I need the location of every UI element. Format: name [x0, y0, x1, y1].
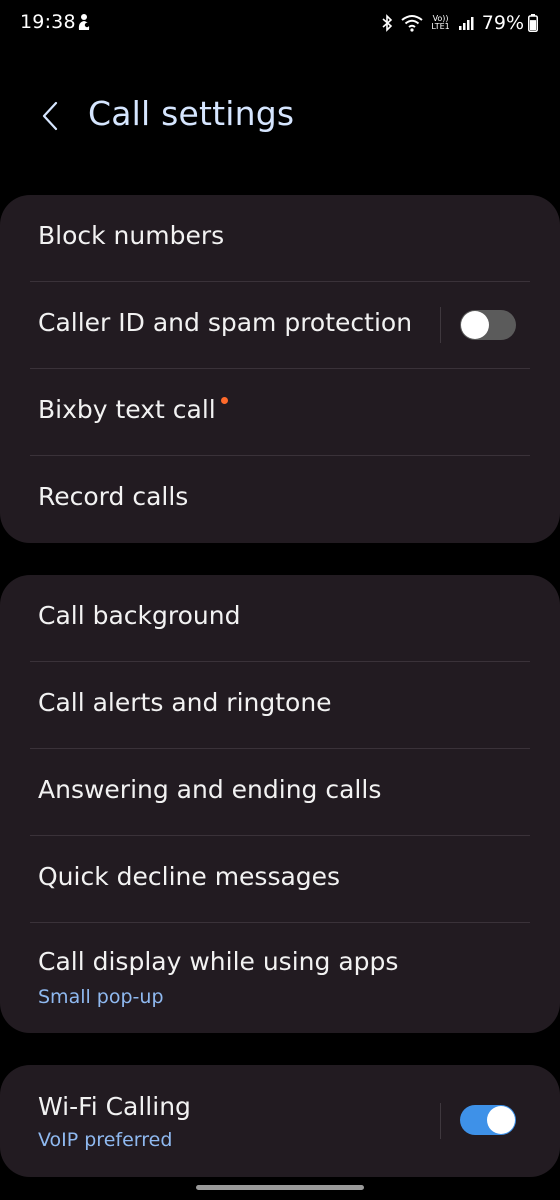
bixby-text-call-label: Bixby text call: [38, 395, 216, 424]
wifi-calling-toggle[interactable]: [460, 1105, 516, 1135]
battery-percent: 79%: [481, 12, 524, 34]
toggle-divider: [440, 1103, 441, 1139]
settings-card-1: Block numbers Caller ID and spam protect…: [0, 195, 560, 543]
call-display-value: Small pop-up: [38, 986, 164, 1008]
call-display-item[interactable]: Call display while using apps Small pop-…: [30, 923, 530, 1033]
signal-icon: [458, 15, 474, 31]
wifi-calling-value: VoIP preferred: [38, 1129, 173, 1151]
settings-card-2: Call background Call alerts and ringtone…: [0, 575, 560, 1033]
call-alerts-ringtone-item[interactable]: Call alerts and ringtone: [30, 662, 530, 749]
answering-ending-calls-label: Answering and ending calls: [38, 775, 382, 804]
back-button[interactable]: [30, 96, 70, 136]
bluetooth-icon: [381, 14, 393, 32]
settings-card-3: Wi-Fi Calling VoIP preferred: [0, 1065, 560, 1177]
wifi-icon: [401, 14, 423, 32]
caller-id-spam-item[interactable]: Caller ID and spam protection: [30, 282, 530, 369]
battery-icon: [528, 14, 538, 32]
call-alerts-ringtone-label: Call alerts and ringtone: [38, 688, 332, 717]
volte-lte-icon: Vo)) LTE1: [431, 15, 449, 31]
quick-decline-messages-label: Quick decline messages: [38, 862, 341, 891]
wifi-calling-label: Wi-Fi Calling: [38, 1092, 191, 1121]
home-indicator[interactable]: [196, 1185, 364, 1190]
back-arrow-icon: [42, 101, 58, 131]
answering-ending-calls-item[interactable]: Answering and ending calls: [30, 749, 530, 836]
caller-id-spam-label: Caller ID and spam protection: [38, 308, 413, 337]
toggle-knob: [461, 311, 489, 339]
wifi-calling-item[interactable]: Wi-Fi Calling VoIP preferred: [30, 1065, 530, 1177]
caller-id-spam-toggle[interactable]: [460, 310, 516, 340]
call-background-label: Call background: [38, 601, 241, 630]
new-badge-dot: [221, 397, 228, 404]
volte-bottom-label: LTE1: [431, 22, 450, 31]
status-time: 19:38: [20, 11, 76, 33]
status-bar: 19:38 Vo)) LTE1 79%: [0, 0, 560, 48]
toggle-knob: [487, 1106, 515, 1134]
bixby-text-call-item[interactable]: Bixby text call: [30, 369, 530, 456]
toggle-divider: [440, 307, 441, 343]
record-calls-item[interactable]: Record calls: [30, 456, 530, 543]
notification-app-icon: [76, 13, 92, 35]
call-background-item[interactable]: Call background: [30, 575, 530, 662]
record-calls-label: Record calls: [38, 482, 189, 511]
page-title: Call settings: [88, 94, 295, 133]
block-numbers-item[interactable]: Block numbers: [30, 195, 530, 282]
battery-fill: [530, 20, 536, 31]
call-display-label: Call display while using apps: [38, 947, 399, 976]
block-numbers-label: Block numbers: [38, 221, 225, 250]
status-icons: Vo)) LTE1 79%: [373, 9, 538, 37]
app-header: Call settings: [0, 88, 560, 144]
quick-decline-messages-item[interactable]: Quick decline messages: [30, 836, 530, 923]
